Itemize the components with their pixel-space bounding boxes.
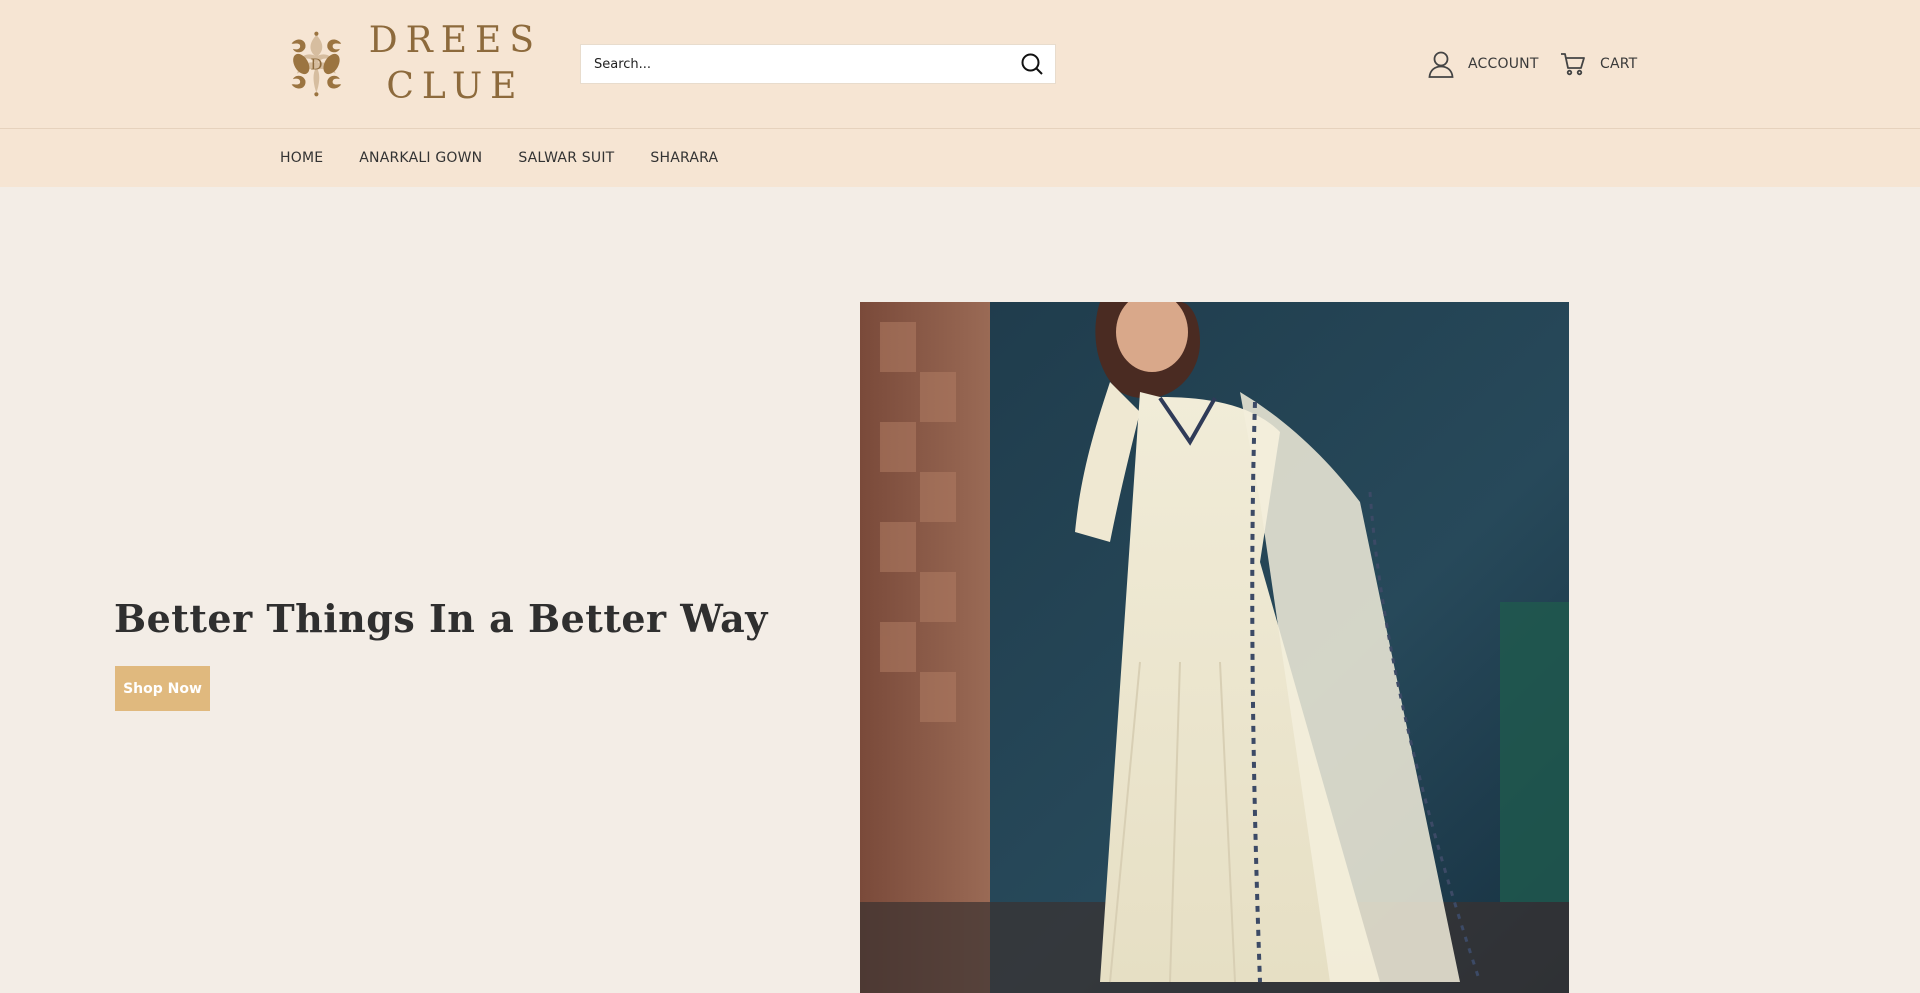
account-label: ACCOUNT [1468,56,1539,72]
logo-text-line1: DREES [368,20,542,61]
search-icon [1021,53,1043,75]
logo-monogram: D [310,56,322,74]
search-form [580,44,1056,84]
nav-item-sharara[interactable]: SHARARA [650,150,718,166]
cart-label: CART [1600,56,1638,72]
logo-emblem-icon: D [291,31,342,97]
search-input[interactable] [581,45,1009,83]
hero-photo-illustration [860,302,1569,993]
logo-wordmark: DREES CLUE [369,18,542,110]
logo-text-line2: CLUE [386,66,525,107]
nav-item-anarkali-gown[interactable]: ANARKALI GOWN [359,150,482,166]
nav-item-salwar-suit[interactable]: SALWAR SUIT [518,150,614,166]
hero-image [860,302,1569,993]
user-icon [1428,51,1454,78]
brand-logo[interactable]: D DREES CLUE [282,14,542,114]
main-nav: HOME ANARKALI GOWN SALWAR SUIT SHARARA [0,129,1920,187]
cart-icon [1561,53,1585,76]
cart-link[interactable]: CART [1560,48,1637,80]
search-button[interactable] [1009,44,1055,84]
hero-title: Better Things In a Better Way [114,596,768,641]
shop-now-button[interactable]: Shop Now [115,666,210,711]
account-link[interactable]: ACCOUNT [1428,48,1539,80]
site-header: D DREES CLUE ACCOUNT CART [0,0,1920,129]
nav-item-home[interactable]: HOME [280,150,323,166]
